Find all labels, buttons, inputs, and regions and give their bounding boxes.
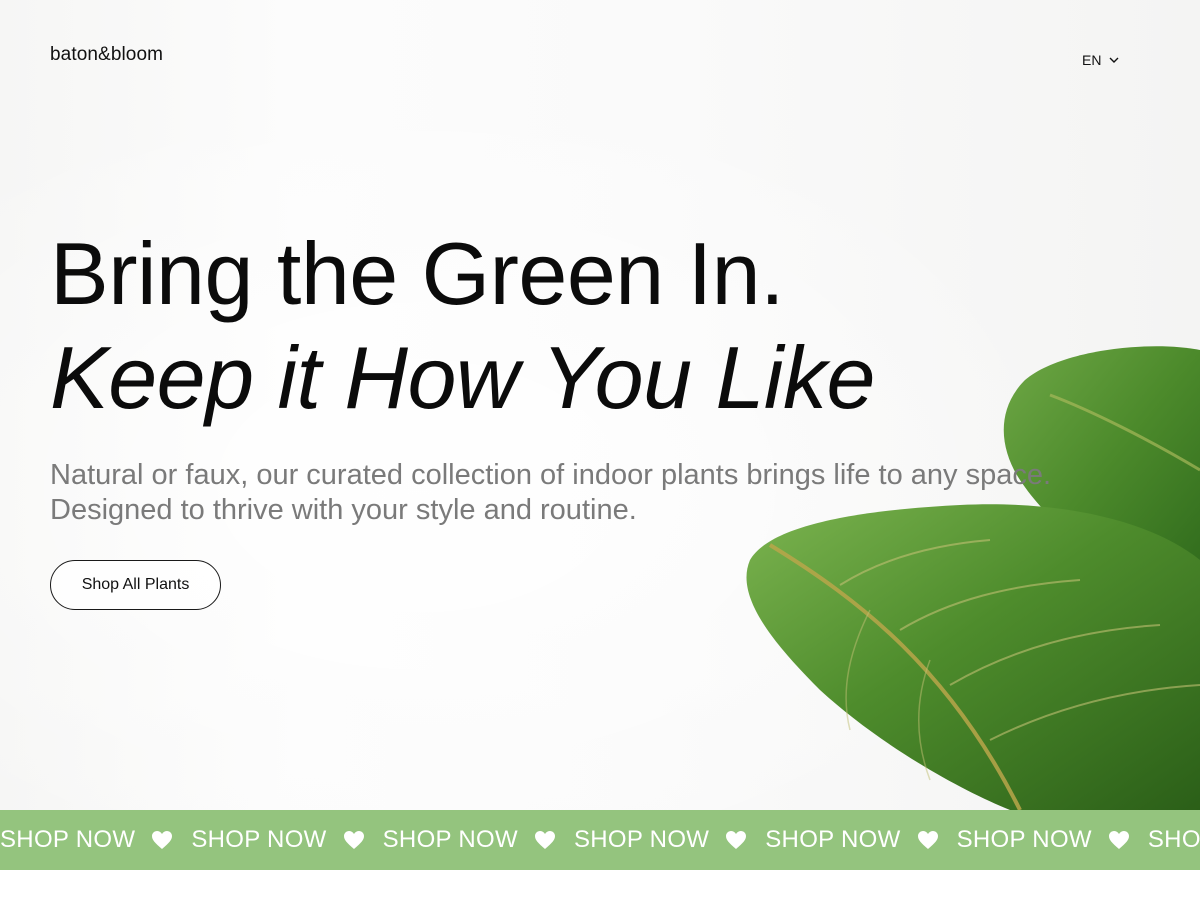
subtext-line-1: Natural or faux, our curated collection …: [50, 459, 1052, 491]
ticker-text: SHOP NOW: [382, 826, 518, 853]
ticker-track: SHOP NOW SHOP NOW SHOP NOW SHOP NOW SHOP…: [0, 810, 1200, 870]
hero-subtext: Natural or faux, our curated collection …: [50, 458, 1150, 528]
hero-section: baton&bloom EN Bring the Green In. Keep …: [0, 0, 1200, 810]
ticker-text: SHOP NOW: [1147, 826, 1200, 853]
ticker-item[interactable]: SHOP NOW: [191, 826, 382, 854]
heart-icon: [343, 831, 364, 849]
headline-line-1: Bring the Green In.: [50, 224, 785, 323]
ticker-item[interactable]: SHOP NOW: [574, 826, 765, 854]
ticker-item[interactable]: SHOP NOW: [1148, 826, 1200, 854]
chevron-down-icon: [1109, 57, 1119, 63]
heart-icon: [534, 831, 555, 849]
language-selector[interactable]: EN: [1082, 52, 1119, 68]
shop-now-ticker[interactable]: SHOP NOW SHOP NOW SHOP NOW SHOP NOW SHOP…: [0, 810, 1200, 870]
ticker-item[interactable]: SHOP NOW: [765, 826, 956, 854]
ticker-item[interactable]: SHOP NOW: [0, 826, 191, 854]
ticker-text: SHOP NOW: [956, 826, 1092, 853]
ticker-text: SHOP NOW: [765, 826, 901, 853]
ticker-text: SHOP NOW: [573, 826, 710, 853]
ticker-text: SHOP NOW: [0, 826, 136, 853]
heart-icon: [917, 831, 938, 849]
subtext-line-2: Designed to thrive with your style and r…: [50, 494, 637, 526]
headline-line-2: Keep it How You Like: [50, 328, 875, 427]
language-selected: EN: [1082, 52, 1102, 68]
ticker-item[interactable]: SHOP NOW: [957, 826, 1148, 854]
ticker-text: SHOP NOW: [191, 826, 327, 853]
shop-all-plants-button[interactable]: Shop All Plants: [50, 560, 221, 610]
brand-logo[interactable]: baton&bloom: [50, 44, 163, 66]
hero-headline: Bring the Green In. Keep it How You Like: [50, 222, 875, 430]
heart-icon: [152, 831, 173, 849]
heart-icon: [1108, 831, 1129, 849]
heart-icon: [726, 831, 747, 849]
ticker-item[interactable]: SHOP NOW: [383, 826, 574, 854]
